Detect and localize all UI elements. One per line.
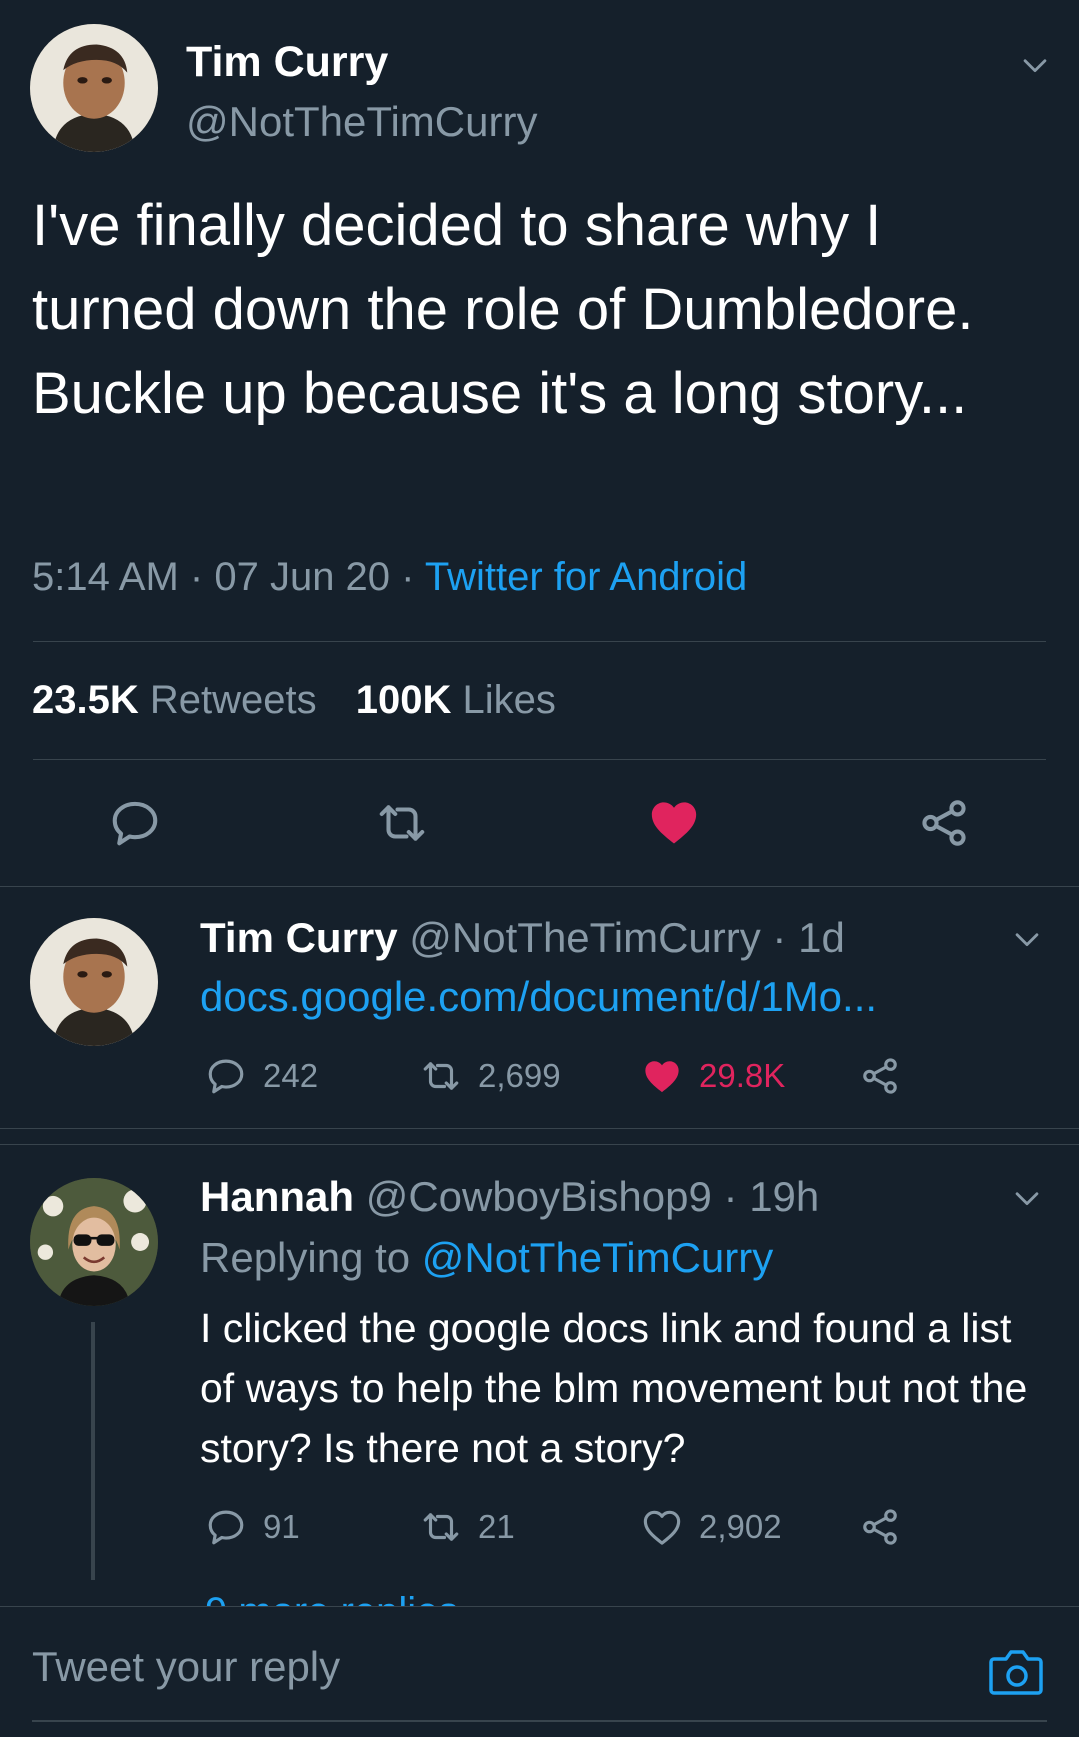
share-icon (859, 1506, 901, 1548)
more-replies-link[interactable]: 9 more replies (205, 1590, 458, 1607)
heart-icon (641, 1055, 683, 1097)
retweet-icon (420, 1055, 462, 1097)
reply-input[interactable] (32, 1635, 932, 1699)
author-name[interactable]: Hannah (200, 1173, 354, 1220)
tweet-age: 1d (798, 914, 845, 961)
retweet-stat[interactable]: 23.5K Retweets (32, 678, 317, 722)
divider (0, 1144, 1079, 1145)
reply-action[interactable]: 91 (205, 1506, 300, 1548)
divider (33, 641, 1046, 642)
share-icon (917, 796, 971, 850)
likes-stat[interactable]: 100K Likes (356, 678, 556, 722)
tweet-text: I've finally decided to share why I turn… (32, 193, 974, 426)
author-name[interactable]: Tim Curry (186, 38, 388, 87)
like-button[interactable] (646, 794, 702, 850)
tweet-meta: 5:14 AM · 07 Jun 20 · Twitter for Androi… (32, 555, 747, 600)
heart-icon (641, 1506, 683, 1548)
replying-to-handle[interactable]: @NotTheTimCurry (422, 1234, 773, 1281)
chevron-down-icon[interactable] (1010, 922, 1044, 956)
share-action[interactable] (859, 1055, 901, 1097)
retweet-button[interactable] (375, 796, 429, 850)
share-action[interactable] (859, 1506, 901, 1548)
retweet-label: Retweets (149, 678, 317, 722)
reply-icon (108, 796, 162, 850)
thread-reply-header: Tim Curry @NotTheTimCurry · 1d (200, 914, 845, 962)
replying-to: Replying to @NotTheTimCurry (200, 1234, 773, 1282)
meta-separator: · (723, 1173, 738, 1220)
chevron-down-icon[interactable] (1010, 1181, 1044, 1215)
divider (0, 1128, 1079, 1129)
reply-action[interactable]: 242 (205, 1055, 318, 1097)
divider (0, 886, 1079, 887)
likes-label: Likes (462, 678, 556, 722)
like-count: 29.8K (699, 1057, 786, 1094)
like-count: 2,902 (699, 1508, 782, 1545)
divider (33, 759, 1046, 760)
reply-header: Hannah @CowboyBishop9 · 19h (200, 1173, 819, 1221)
retweet-count: 21 (478, 1508, 515, 1545)
avatar-hannah[interactable] (30, 1178, 158, 1306)
thread-line (91, 1322, 95, 1580)
reply-button[interactable] (108, 796, 162, 850)
author-handle[interactable]: @CowboyBishop9 (366, 1173, 712, 1220)
retweet-action[interactable]: 2,699 (420, 1055, 561, 1097)
document-link[interactable]: docs.google.com/document/d/1Mo... (200, 973, 877, 1021)
reply-text: I clicked the google docs link and found… (200, 1305, 1028, 1471)
retweet-icon (420, 1506, 462, 1548)
more-replies-clip: 9 more replies (0, 1590, 1079, 1607)
author-handle[interactable]: @NotTheTimCurry (409, 914, 760, 961)
meta-separator: · (772, 914, 787, 961)
reply-count: 242 (263, 1057, 319, 1094)
share-icon (859, 1055, 901, 1097)
engagement-stats: 23.5K Retweets 100K Likes (32, 678, 556, 723)
reply-icon (205, 1506, 247, 1548)
retweet-count: 2,699 (478, 1057, 561, 1094)
chevron-down-icon[interactable] (1018, 48, 1052, 82)
author-name[interactable]: Tim Curry (200, 914, 398, 961)
retweet-count: 23.5K (32, 678, 139, 722)
heart-icon (646, 794, 702, 850)
composer-underline (32, 1720, 1047, 1722)
reply-icon (205, 1055, 247, 1097)
replying-to-label: Replying to (200, 1234, 411, 1281)
retweet-action[interactable]: 21 (420, 1506, 515, 1548)
camera-button[interactable] (988, 1647, 1044, 1697)
camera-icon (989, 1650, 1043, 1695)
tweet-date: 07 Jun 20 (214, 555, 391, 599)
tweet-time: 5:14 AM (32, 555, 179, 599)
meta-separator: · (189, 555, 204, 599)
tweet-source-link[interactable]: Twitter for Android (425, 555, 747, 599)
avatar-tim-curry[interactable] (30, 24, 158, 152)
reply-count: 91 (263, 1508, 300, 1545)
tweet-age: 19h (749, 1173, 820, 1220)
share-button[interactable] (917, 796, 971, 850)
retweet-icon (375, 796, 429, 850)
reply-composer (0, 1606, 1079, 1737)
like-action[interactable]: 29.8K (641, 1055, 785, 1097)
meta-separator: · (401, 555, 415, 599)
avatar-tim-curry[interactable] (30, 918, 158, 1046)
like-action[interactable]: 2,902 (641, 1506, 782, 1548)
author-handle[interactable]: @NotTheTimCurry (186, 98, 537, 146)
likes-count: 100K (355, 678, 452, 722)
